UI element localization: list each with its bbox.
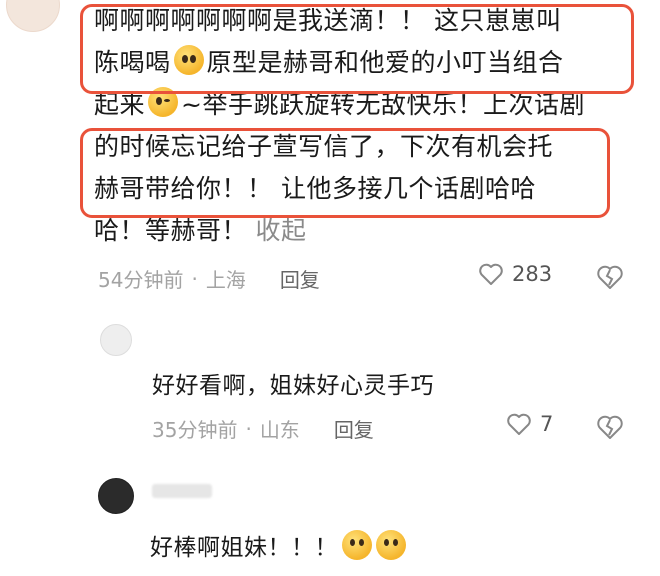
comment-line-1: 啊啊啊啊啊啊啊是我送滴！！ 这只崽崽叫 bbox=[94, 6, 562, 35]
comment-location: 上海 bbox=[205, 268, 246, 292]
broken-heart-icon[interactable] bbox=[596, 414, 624, 440]
reply-button[interactable]: 回复 bbox=[334, 414, 374, 443]
comment-text-part: 哈！等赫哥！ bbox=[94, 216, 248, 245]
reply-location: 山东 bbox=[259, 418, 300, 442]
comment-text-part: 原型是赫哥和他爱的小叮当组合 bbox=[206, 48, 564, 77]
pleading-face-emoji-icon bbox=[376, 530, 406, 560]
meta-separator: · bbox=[245, 416, 252, 441]
reply-avatar[interactable] bbox=[98, 478, 134, 514]
comment-line-5: 赫哥带给你！！ 让他多接几个话剧哈哈 bbox=[94, 174, 536, 203]
reply-avatar[interactable] bbox=[100, 324, 132, 356]
main-comment-meta: 54分钟前 · 上海 回复 bbox=[98, 264, 320, 293]
comment-line-3: 起来 ~举手跳跃旋转无敌快乐！上次话剧 bbox=[94, 84, 634, 126]
comment-text-part: 陈喝喝 bbox=[94, 48, 171, 77]
comment-line-2: 陈喝喝 原型是赫哥和他爱的小叮当组合 bbox=[94, 42, 634, 84]
heart-outline-icon bbox=[506, 412, 532, 436]
meta-separator: · bbox=[191, 266, 198, 291]
comment-line-6: 哈！等赫哥！ 收起 bbox=[94, 210, 634, 252]
comment-text-part: ~举手跳跃旋转无敌快乐！上次话剧 bbox=[181, 90, 585, 119]
broken-heart-icon[interactable] bbox=[596, 264, 624, 290]
like-count: 7 bbox=[540, 412, 554, 436]
reply-button[interactable]: 回复 bbox=[280, 264, 320, 293]
winking-tongue-emoji-icon bbox=[148, 87, 179, 117]
reply-time: 35分钟前 bbox=[152, 418, 238, 442]
comment-text-part: 起来 bbox=[94, 90, 146, 119]
like-count: 283 bbox=[512, 262, 553, 286]
comment-line-4: 的时候忘记给子萱写信了，下次有机会托 bbox=[94, 132, 554, 161]
reply-text: 好棒啊姐妹！！！ bbox=[150, 528, 406, 562]
like-button[interactable]: 283 bbox=[478, 262, 552, 286]
reply-meta: 35分钟前 · 山东 回复 bbox=[152, 414, 374, 443]
collapse-link[interactable]: 收起 bbox=[255, 216, 306, 245]
main-comment-text: 啊啊啊啊啊啊啊是我送滴！！ 这只崽崽叫 陈喝喝 原型是赫哥和他爱的小叮当组合 起来… bbox=[94, 0, 634, 252]
pleading-face-emoji-icon bbox=[342, 530, 372, 560]
reply-text: 好好看啊，姐妹好心灵手巧 bbox=[152, 373, 434, 399]
reply-text-part: 好棒啊姐妹！！！ bbox=[150, 535, 338, 561]
reply-username[interactable] bbox=[152, 484, 212, 498]
heart-outline-icon bbox=[478, 262, 504, 286]
shy-face-emoji-icon bbox=[173, 45, 204, 75]
commenter-avatar[interactable] bbox=[6, 0, 60, 32]
like-button[interactable]: 7 bbox=[506, 412, 553, 436]
comment-time: 54分钟前 bbox=[98, 268, 184, 292]
